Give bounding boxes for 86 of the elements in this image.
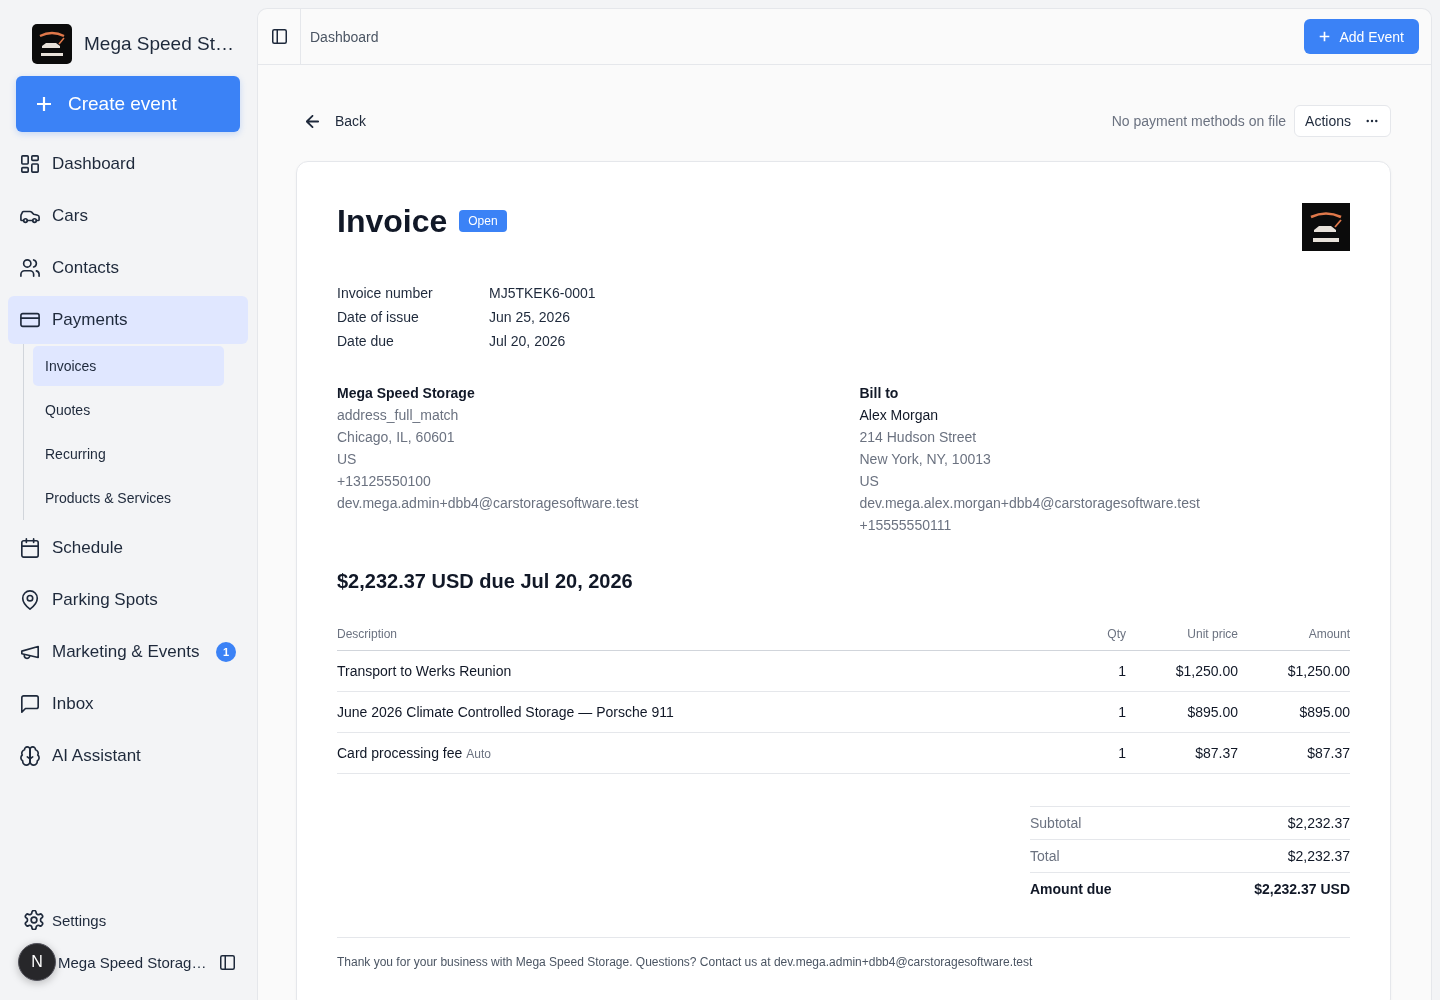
brain-icon [20, 746, 40, 766]
user-avatar[interactable]: N [18, 943, 56, 981]
total-value: $2,232.37 [1287, 848, 1350, 864]
meta-label: Date due [337, 332, 395, 351]
sidebar-item[interactable]: Payments [8, 296, 248, 344]
more-icon [1366, 119, 1378, 123]
total-value: $2,232.37 USD [1254, 881, 1350, 897]
column-header: Qty [1107, 626, 1126, 642]
sidebar-item[interactable]: Cars [8, 192, 248, 240]
plus-icon [36, 96, 52, 112]
address-line: dev.mega.admin+dbb4@carstoragesoftware.test [337, 494, 639, 513]
sidebar-subitem[interactable]: Recurring [33, 434, 224, 474]
back-link[interactable]: Back [306, 113, 367, 129]
map-pin-icon [20, 590, 40, 610]
sidebar-item[interactable]: Schedule [8, 524, 248, 572]
column-header: Description [337, 626, 399, 642]
add-event-button[interactable]: Add Event [1304, 19, 1419, 54]
meta-value: MJ5TKEK6-0001 [489, 284, 596, 303]
table-cell: $895.00 [1299, 704, 1350, 720]
panel-toggle-icon[interactable] [271, 29, 287, 44]
meta-value: Jun 25, 2026 [489, 308, 571, 327]
item-note: Auto [466, 747, 491, 761]
address-line: US [859, 472, 879, 491]
table-cell: $1,250.00 [1175, 663, 1238, 679]
actions-button[interactable]: Actions [1294, 105, 1391, 137]
column-header: Amount [1308, 626, 1350, 642]
status-badge: Open [459, 210, 507, 232]
sidebar-item[interactable]: Parking Spots [8, 576, 248, 624]
item-description: Transport to Werks Reunion [337, 663, 512, 679]
sidebar-item[interactable]: Dashboard [8, 140, 248, 188]
sidebar-subitem[interactable]: Invoices [33, 346, 224, 386]
address-line: US [337, 450, 357, 469]
sidebar-subitem[interactable]: Quotes [33, 390, 224, 430]
sidebar-item[interactable]: AI Assistant [8, 732, 248, 780]
breadcrumb-link[interactable]: Dashboard [310, 28, 379, 45]
sidebar-item[interactable]: Contacts [8, 244, 248, 292]
sidebar-item[interactable]: Marketing & Events 1 [8, 628, 248, 676]
address-line: dev.mega.alex.morgan+dbb4@carstoragesoftware.test [859, 494, 1200, 513]
footer-note: Thank you for your business with Mega Speed Storage. Questions? Contact us at dev.mega.admin+dbb4@carstoragesoftware.test [337, 937, 1350, 970]
table-cell: 1 [1118, 663, 1126, 679]
sidebar-item[interactable]: Inbox [8, 680, 248, 728]
account-name[interactable]: Mega Speed Storag… [58, 953, 207, 971]
meta-value: Jul 20, 2026 [489, 332, 567, 351]
invoice-title: Invoice [337, 202, 448, 240]
total-label: Subtotal [1030, 815, 1082, 831]
address-line: Chicago, IL, 60601 [337, 428, 455, 447]
dashboard-icon [20, 154, 40, 174]
credit-card-icon [20, 310, 40, 330]
table-cell: $895.00 [1187, 704, 1238, 720]
table-cell: $87.37 [1195, 745, 1238, 761]
count-badge: 1 [216, 642, 236, 662]
item-description: June 2026 Climate Controlled Storage — Porsche 911 [337, 704, 674, 720]
table-cell: 1 [1118, 745, 1126, 761]
address-line: 214 Hudson Street [859, 428, 977, 447]
address-line: address_full_match [337, 406, 459, 425]
meta-label: Date of issue [337, 308, 420, 327]
logo-icon [32, 24, 72, 64]
customer-name: Alex Morgan [859, 406, 939, 425]
arrow-left-icon [306, 114, 319, 128]
item-description: Card processing fee [337, 745, 463, 761]
address-line: New York, NY, 10013 [859, 450, 991, 469]
address-heading: Bill to [859, 384, 899, 403]
address-heading: Mega Speed Storage [337, 384, 475, 403]
table-cell: $87.37 [1307, 745, 1350, 761]
table-cell: 1 [1118, 704, 1126, 720]
meta-label: Invoice number [337, 284, 434, 303]
column-header: Unit price [1187, 626, 1238, 642]
table-cell: $1,250.00 [1287, 663, 1350, 679]
panel-toggle-icon[interactable] [220, 954, 235, 970]
settings-icon [24, 910, 44, 930]
amount-due-heading: $2,232.37 USD due Jul 20, 2026 [337, 569, 634, 594]
total-value: $2,232.37 [1287, 815, 1350, 831]
create-event-button[interactable]: Create event [16, 76, 240, 132]
brand-name: Mega Speed St… [84, 33, 234, 55]
address-line: +15555550111 [859, 516, 952, 535]
address-line: +13125550100 [337, 472, 431, 491]
users-icon [20, 258, 40, 278]
total-label: Amount due [1030, 881, 1112, 897]
calendar-icon [20, 538, 40, 558]
payment-note: No payment methods on file [1111, 113, 1287, 129]
chat-bubble-icon [20, 694, 40, 714]
logo-icon [1302, 203, 1350, 251]
total-label: Total [1030, 848, 1060, 864]
settings-link[interactable]: Settings [0, 902, 256, 938]
plus-icon [1319, 31, 1331, 42]
sidebar-subitem[interactable]: Products & Services [33, 478, 224, 518]
